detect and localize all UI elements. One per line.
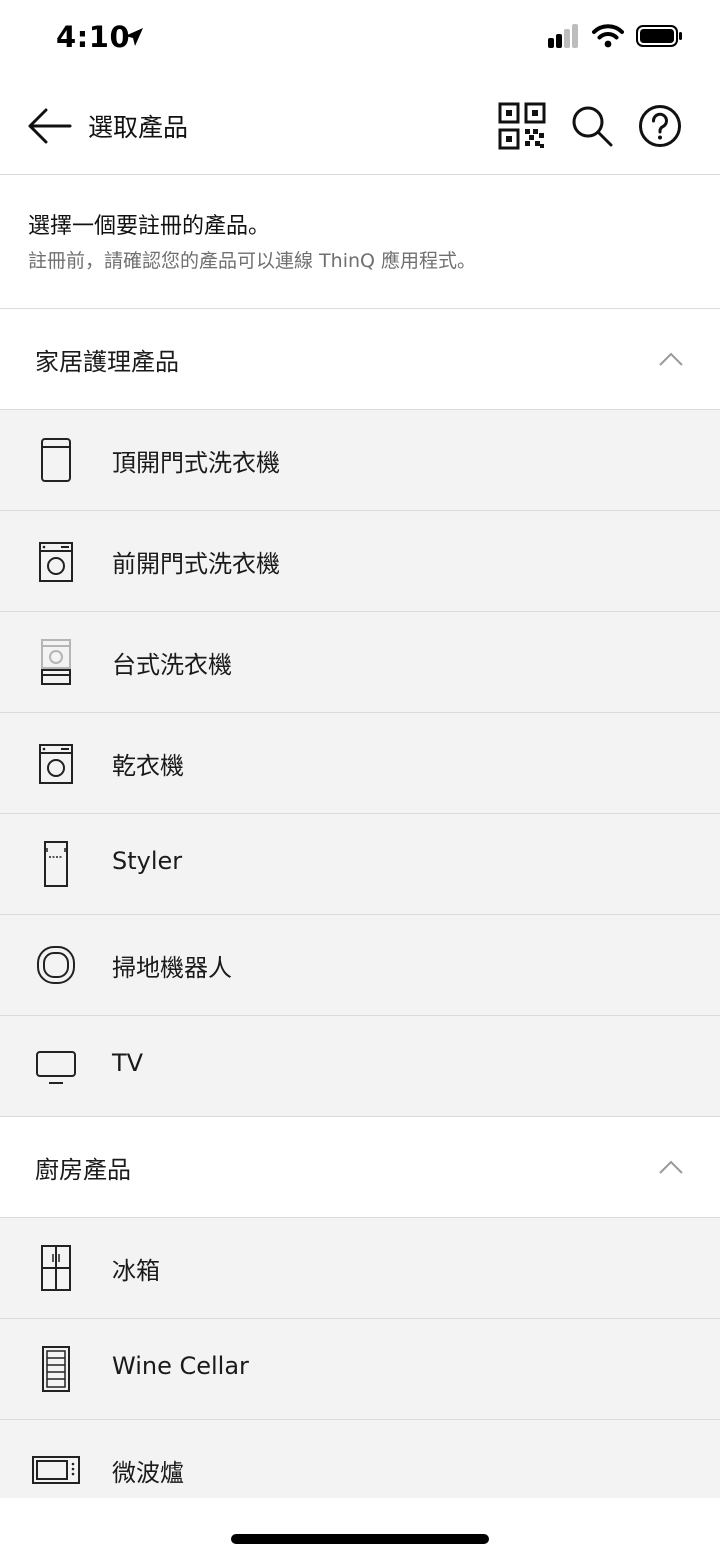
item-label: 微波爐 bbox=[112, 1459, 184, 1487]
item-label: 乾衣機 bbox=[112, 752, 184, 780]
list-item-top-load-washer[interactable]: 頂開門式洗衣機 bbox=[0, 410, 720, 511]
robot-vacuum-icon bbox=[37, 946, 75, 984]
item-label: TV bbox=[112, 1049, 144, 1077]
wine-cellar-icon bbox=[42, 1346, 70, 1392]
styler-icon bbox=[44, 841, 68, 887]
refrigerator-icon bbox=[41, 1245, 71, 1291]
back-arrow-icon bbox=[28, 108, 72, 144]
section-title: 廚房產品 bbox=[35, 1156, 131, 1184]
list-item-dryer[interactable]: 乾衣機 bbox=[0, 713, 720, 814]
status-indicators bbox=[536, 24, 684, 48]
intro-title: 選擇一個要註冊的產品。 bbox=[28, 214, 271, 239]
item-label: 掃地機器人 bbox=[112, 954, 232, 982]
home-indicator[interactable] bbox=[231, 1534, 489, 1544]
qr-code-icon bbox=[498, 102, 546, 150]
list-item-front-load-washer[interactable]: 前開門式洗衣機 bbox=[0, 511, 720, 612]
item-label: 頂開門式洗衣機 bbox=[112, 449, 280, 477]
app-bar: 選取產品 bbox=[0, 80, 720, 175]
chevron-up-icon bbox=[659, 1160, 683, 1174]
location-arrow-icon bbox=[124, 27, 144, 47]
help-button[interactable] bbox=[638, 104, 682, 148]
item-label: Styler bbox=[112, 847, 183, 875]
item-label: Wine Cellar bbox=[112, 1352, 249, 1380]
section-title: 家居護理產品 bbox=[35, 348, 179, 376]
microwave-icon bbox=[32, 1456, 80, 1484]
section-header-kitchen[interactable]: 廚房產品 bbox=[0, 1117, 720, 1218]
section-header-home-care[interactable]: 家居護理產品 bbox=[0, 309, 720, 410]
product-list: 家居護理產品 頂開門式洗衣機 前開門式洗衣機 台式洗衣機 乾衣機 Styler … bbox=[0, 309, 720, 1521]
front-load-washer-icon bbox=[39, 542, 73, 582]
list-item-robot-vacuum[interactable]: 掃地機器人 bbox=[0, 915, 720, 1016]
status-bar: 4:10 bbox=[0, 0, 720, 80]
list-item-wine-cellar[interactable]: Wine Cellar bbox=[0, 1319, 720, 1420]
item-label: 冰箱 bbox=[112, 1257, 160, 1285]
dryer-icon bbox=[39, 744, 73, 784]
battery-icon bbox=[636, 24, 684, 48]
search-icon bbox=[572, 106, 613, 147]
item-label: 前開門式洗衣機 bbox=[112, 550, 280, 578]
home-indicator-area bbox=[0, 1498, 720, 1558]
list-item-tv[interactable]: TV bbox=[0, 1016, 720, 1117]
tv-icon bbox=[36, 1051, 76, 1084]
page-title: 選取產品 bbox=[88, 113, 189, 142]
cellular-signal-icon bbox=[548, 24, 580, 48]
item-label: 台式洗衣機 bbox=[112, 651, 232, 679]
wifi-icon bbox=[592, 24, 624, 48]
pedestal-washer-icon bbox=[41, 639, 71, 685]
intro-panel: 選擇一個要註冊的產品。 註冊前，請確認您的產品可以連線 ThinQ 應用程式。 bbox=[0, 175, 720, 309]
list-item-refrigerator[interactable]: 冰箱 bbox=[0, 1218, 720, 1319]
list-item-styler[interactable]: Styler bbox=[0, 814, 720, 915]
status-time: 4:10 bbox=[56, 20, 131, 54]
help-icon bbox=[639, 105, 681, 147]
back-button[interactable] bbox=[26, 106, 72, 146]
qr-code-button[interactable] bbox=[498, 102, 546, 150]
search-button[interactable] bbox=[570, 104, 614, 148]
chevron-up-icon bbox=[659, 352, 683, 366]
intro-subtitle: 註冊前，請確認您的產品可以連線 ThinQ 應用程式。 bbox=[28, 250, 477, 272]
list-item-pedestal-washer[interactable]: 台式洗衣機 bbox=[0, 612, 720, 713]
top-load-washer-icon bbox=[41, 438, 71, 482]
